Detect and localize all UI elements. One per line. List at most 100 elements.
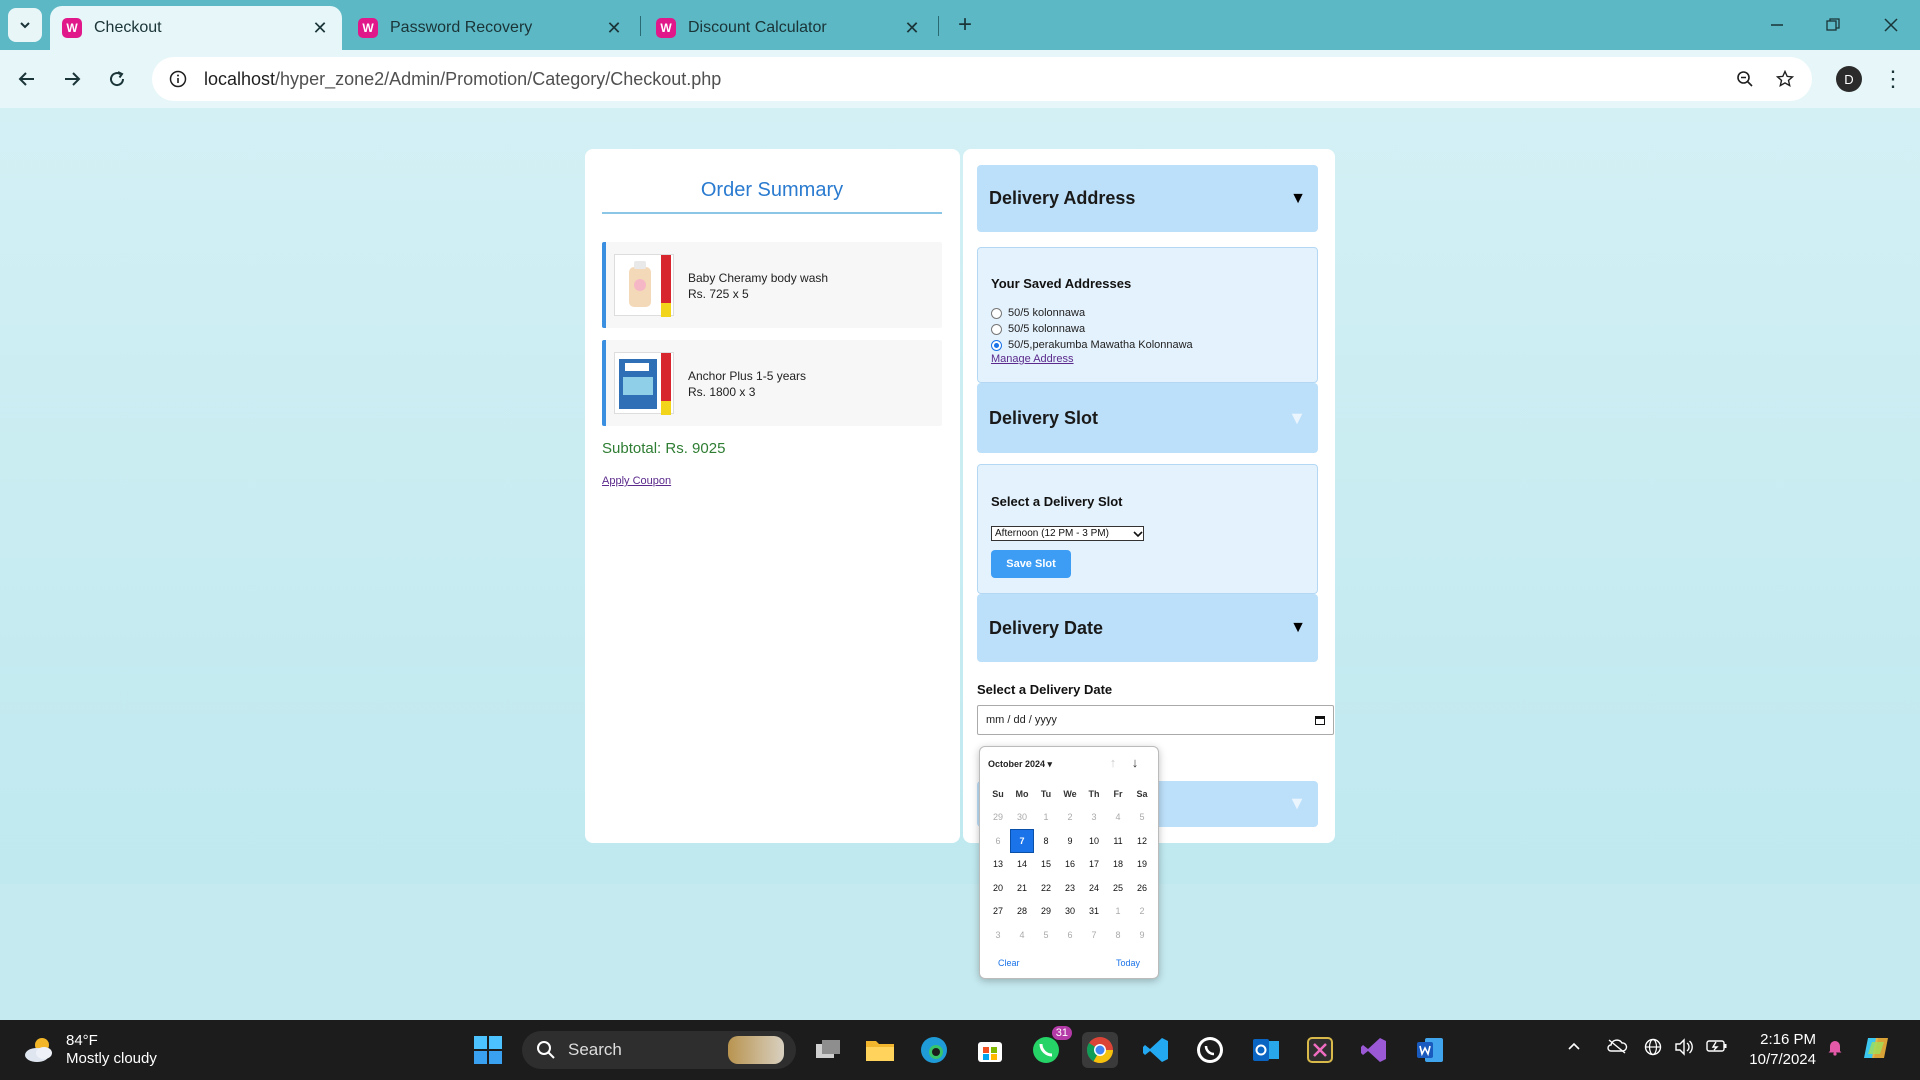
battery-icon[interactable] [1706, 1038, 1728, 1059]
tab-search-button[interactable] [8, 8, 42, 42]
calendar-day[interactable]: 18 [1106, 853, 1130, 877]
delivery-slot-header[interactable]: Delivery Slot ▼ [977, 383, 1318, 453]
address-radio[interactable] [991, 307, 1002, 319]
taskbar-search[interactable]: Search [522, 1031, 796, 1069]
calendar-day[interactable]: 7 [1082, 923, 1106, 947]
address-option[interactable]: 50/5,perakumba Mawatha Kolonnawa [991, 337, 1317, 353]
calendar-day[interactable]: 29 [986, 806, 1010, 830]
calendar-day[interactable]: 3 [986, 923, 1010, 947]
whatsapp-icon[interactable] [1192, 1032, 1228, 1068]
calendar-day[interactable]: 27 [986, 900, 1010, 924]
calendar-day[interactable]: 9 [1130, 923, 1154, 947]
calendar-day[interactable]: 30 [1058, 900, 1082, 924]
calendar-day[interactable]: 21 [1010, 876, 1034, 900]
globe-network-icon[interactable] [1644, 1038, 1662, 1061]
calendar-day[interactable]: 4 [1010, 923, 1034, 947]
today-button[interactable]: Today [1116, 958, 1140, 968]
calendar-day[interactable]: 20 [986, 876, 1010, 900]
copilot-icon[interactable] [1862, 1034, 1892, 1067]
close-icon[interactable]: ✕ [604, 18, 624, 39]
cloud-sync-icon[interactable] [1606, 1038, 1628, 1059]
address-option[interactable]: 50/5 kolonnawa [991, 321, 1317, 337]
edge-browser-icon[interactable] [916, 1032, 952, 1068]
calendar-day[interactable]: 3 [1082, 806, 1106, 830]
calendar-day[interactable]: 8 [1034, 829, 1058, 853]
calendar-day[interactable]: 8 [1106, 923, 1130, 947]
show-hidden-icons-chevron-icon[interactable] [1566, 1038, 1582, 1059]
calendar-day[interactable]: 6 [1058, 923, 1082, 947]
close-icon[interactable]: ✕ [310, 18, 330, 39]
calendar-day[interactable]: 10 [1082, 829, 1106, 853]
whatsapp-business-icon[interactable]: 31 [1028, 1026, 1072, 1068]
bookmark-star-icon[interactable] [1770, 64, 1800, 94]
calendar-day[interactable]: 26 [1130, 876, 1154, 900]
calendar-day[interactable]: 4 [1106, 806, 1130, 830]
calendar-day[interactable]: 23 [1058, 876, 1082, 900]
close-icon[interactable]: ✕ [902, 18, 922, 39]
calendar-day[interactable]: 12 [1130, 829, 1154, 853]
system-clock[interactable]: 2:16 PM 10/7/2024 [1744, 1030, 1816, 1070]
address-option[interactable]: 50/5 kolonnawa [991, 305, 1317, 321]
calendar-day[interactable]: 11 [1106, 829, 1130, 853]
calendar-day-selected[interactable]: 7 [1010, 829, 1034, 853]
calendar-day[interactable]: 29 [1034, 900, 1058, 924]
save-slot-button[interactable]: Save Slot [991, 550, 1071, 578]
volume-icon[interactable] [1674, 1038, 1694, 1061]
calendar-day[interactable]: 19 [1130, 853, 1154, 877]
tab-discount-calculator[interactable]: W Discount Calculator ✕ [644, 6, 934, 50]
arrow-up-icon[interactable]: ↑ [1104, 755, 1122, 773]
task-view-icon[interactable] [810, 1032, 846, 1068]
delivery-date-input[interactable]: mm / dd / yyyy [977, 705, 1334, 735]
calendar-day[interactable]: 31 [1082, 900, 1106, 924]
new-tab-button[interactable]: + [950, 10, 980, 40]
minimize-icon[interactable] [1762, 10, 1792, 40]
delivery-address-header[interactable]: Delivery Address ▼ [977, 165, 1318, 232]
address-bar[interactable]: localhost/hyper_zone2/Admin/Promotion/Ca… [152, 57, 1812, 101]
delivery-date-header[interactable]: Delivery Date ▼ [977, 594, 1318, 662]
notification-bell-icon[interactable] [1826, 1038, 1844, 1061]
calendar-day[interactable]: 17 [1082, 853, 1106, 877]
calendar-day[interactable]: 22 [1034, 876, 1058, 900]
calendar-day[interactable]: 25 [1106, 876, 1130, 900]
calendar-day[interactable]: 6 [986, 829, 1010, 853]
calendar-day[interactable]: 28 [1010, 900, 1034, 924]
calendar-day[interactable]: 14 [1010, 853, 1034, 877]
calendar-day[interactable]: 30 [1010, 806, 1034, 830]
calendar-day[interactable]: 9 [1058, 829, 1082, 853]
more-menu-icon[interactable]: ⋮ [1880, 64, 1906, 94]
back-button[interactable] [10, 62, 44, 96]
calendar-day[interactable]: 24 [1082, 876, 1106, 900]
site-info-icon[interactable] [158, 59, 198, 99]
weather-widget[interactable]: 84°F Mostly cloudy [22, 1032, 157, 1068]
profile-avatar[interactable]: D [1836, 66, 1862, 92]
calendar-day[interactable]: 13 [986, 853, 1010, 877]
microsoft-store-icon[interactable] [972, 1032, 1008, 1068]
calendar-day[interactable]: 5 [1130, 806, 1154, 830]
manage-address-link[interactable]: Manage Address [991, 353, 1317, 365]
snipping-tool-icon[interactable] [1302, 1032, 1338, 1068]
forward-button[interactable] [55, 62, 89, 96]
delivery-slot-select[interactable]: Afternoon (12 PM - 3 PM) [991, 526, 1144, 541]
start-windows-icon[interactable] [470, 1032, 506, 1068]
calendar-day[interactable]: 15 [1034, 853, 1058, 877]
tab-checkout[interactable]: W Checkout ✕ [50, 6, 342, 50]
restore-icon[interactable] [1818, 10, 1848, 40]
reload-button[interactable] [100, 62, 134, 96]
tab-password-recovery[interactable]: W Password Recovery ✕ [346, 6, 636, 50]
month-year-selector[interactable]: October 2024 ▾ [988, 759, 1052, 770]
calendar-day[interactable]: 16 [1058, 853, 1082, 877]
address-radio[interactable] [991, 339, 1002, 351]
arrow-down-icon[interactable]: ↓ [1126, 755, 1144, 773]
apply-coupon-link[interactable]: Apply Coupon [602, 475, 671, 487]
calendar-day[interactable]: 1 [1106, 900, 1130, 924]
clear-date-button[interactable]: Clear [998, 958, 1020, 968]
word-icon[interactable] [1412, 1032, 1448, 1068]
vscode-icon[interactable] [1138, 1032, 1174, 1068]
file-explorer-icon[interactable] [862, 1032, 898, 1068]
chrome-icon[interactable] [1082, 1032, 1118, 1068]
window-close-icon[interactable] [1876, 10, 1906, 40]
address-radio[interactable] [991, 323, 1002, 335]
calendar-day[interactable]: 1 [1034, 806, 1058, 830]
calendar-day[interactable]: 2 [1058, 806, 1082, 830]
calendar-icon[interactable] [1315, 715, 1325, 725]
